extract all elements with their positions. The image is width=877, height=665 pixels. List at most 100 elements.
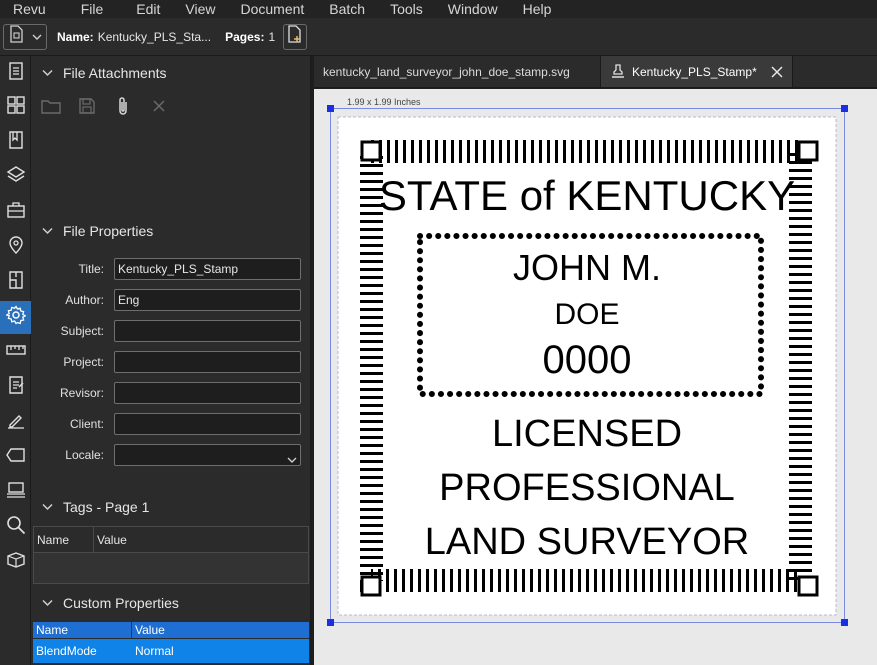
tags-icon [5, 448, 26, 467]
project-field[interactable] [114, 351, 301, 373]
name-label: Name: [57, 29, 94, 44]
chevron-down-icon [32, 28, 42, 46]
stamp-professional-line: PROFESSIONAL [439, 467, 735, 509]
title-row: Title: Kentucky_PLS_Stamp [31, 258, 312, 280]
locale-select[interactable] [114, 444, 301, 466]
custom-row-name: BlendMode [36, 644, 97, 658]
properties-panel: File Attachments File Properties Title: … [31, 56, 312, 665]
menu-edit[interactable]: Edit [116, 0, 173, 18]
author-field[interactable]: Eng [114, 289, 301, 311]
places-icon [7, 235, 25, 260]
delete-attachment-button[interactable] [147, 96, 171, 120]
rail-sets[interactable] [0, 476, 31, 509]
resize-handle [841, 105, 848, 112]
stamp-name-line: JOHN M. [513, 247, 661, 288]
menu-document[interactable]: Document [228, 0, 317, 18]
revisor-field[interactable] [114, 382, 301, 404]
custom-value-column[interactable]: Value [132, 622, 165, 638]
grid-icon [6, 96, 25, 119]
custom-row-value: Normal [135, 644, 174, 658]
menu-help[interactable]: Help [511, 0, 565, 18]
custom-grid-header: Name Value [33, 622, 309, 638]
save-icon [78, 97, 96, 120]
paperclip-icon [116, 96, 130, 121]
stamp-corner [360, 575, 382, 597]
rail-grid[interactable] [0, 91, 31, 124]
stamp-corner [360, 140, 382, 162]
menu-file[interactable]: File [59, 0, 117, 18]
subject-label: Subject: [60, 324, 104, 338]
document-dropdown[interactable] [3, 23, 47, 50]
rail-search[interactable] [0, 511, 31, 544]
panel-rail [0, 56, 31, 665]
document-icon [8, 25, 24, 48]
close-icon [152, 99, 166, 118]
author-row: Author: Eng [31, 289, 312, 311]
file-properties-header[interactable]: File Properties [31, 220, 153, 242]
spaces-icon [7, 270, 25, 295]
new-page-button[interactable] [283, 23, 308, 50]
rail-signatures[interactable] [0, 406, 31, 439]
menu-batch[interactable]: Batch [317, 0, 378, 18]
tags-value-column[interactable]: Value [94, 527, 127, 552]
custom-properties-title: Custom Properties [63, 595, 179, 611]
save-attachment-button[interactable] [75, 96, 99, 120]
tags-header[interactable]: Tags - Page 1 [31, 496, 149, 518]
custom-properties-header[interactable]: Custom Properties [31, 592, 179, 614]
menu-bar: Revu File Edit View Document Batch Tools… [0, 0, 877, 18]
name-value: Kentucky_PLS_Sta... [97, 29, 212, 44]
rail-tags[interactable] [0, 441, 31, 474]
rail-measure[interactable] [0, 336, 31, 369]
tab-label: kentucky_land_surveyor_john_doe_stamp.sv… [323, 64, 570, 79]
custom-name-column[interactable]: Name [33, 622, 132, 638]
stamp-corner [797, 140, 819, 162]
project-row: Project: [31, 351, 312, 373]
revisor-row: Revisor: [31, 382, 312, 404]
chevron-down-icon [31, 503, 63, 511]
stamp-surveyor-line: LAND SURVEYOR [424, 521, 750, 563]
menu-window[interactable]: Window [436, 0, 511, 18]
menu-view[interactable]: View [173, 0, 228, 18]
layers-icon [6, 165, 26, 190]
close-icon[interactable] [771, 65, 783, 78]
project-label: Project: [63, 355, 104, 369]
menu-revu[interactable]: Revu [0, 0, 59, 18]
table-row[interactable]: BlendMode Normal [33, 639, 309, 663]
chevron-down-icon [31, 227, 63, 235]
tags-name-column[interactable]: Name [34, 527, 94, 552]
rail-bookmarks[interactable] [0, 126, 31, 159]
resize-handle [327, 619, 334, 626]
sets-icon [6, 481, 26, 504]
add-attachment-button[interactable] [111, 96, 135, 120]
stamp-surname-line: DOE [554, 298, 620, 331]
revu-window: Revu File Edit View Document Batch Tools… [0, 0, 877, 665]
toolchest-icon [6, 201, 26, 224]
tab-kentucky-stamp[interactable]: Kentucky_PLS_Stamp* [601, 56, 793, 87]
menu-tools[interactable]: Tools [378, 0, 436, 18]
title-field[interactable]: Kentucky_PLS_Stamp [114, 258, 301, 280]
document-canvas[interactable]: 1.99 x 1.99 Inches STATE of KENTUCKY JOH… [314, 89, 877, 665]
rail-spaces[interactable] [0, 266, 31, 299]
resize-handle [327, 105, 334, 112]
subject-field[interactable] [114, 320, 301, 342]
client-row: Client: [31, 413, 312, 435]
tab-svg-file[interactable]: kentucky_land_surveyor_john_doe_stamp.sv… [314, 56, 601, 87]
rail-toolchest[interactable] [0, 196, 31, 229]
rail-properties[interactable] [0, 301, 31, 334]
client-field[interactable] [114, 413, 301, 435]
tags-title: Tags - Page 1 [63, 499, 150, 515]
file-attachments-header[interactable]: File Attachments [31, 62, 167, 84]
rail-links[interactable] [0, 546, 31, 579]
measure-icon [5, 343, 26, 362]
rail-thumbnails[interactable] [0, 57, 31, 90]
rail-layers[interactable] [0, 161, 31, 194]
rail-places[interactable] [0, 231, 31, 264]
document-toolbar: Name: Kentucky_PLS_Sta... Pages: 1 [0, 18, 877, 56]
open-attachment-button[interactable] [39, 96, 63, 120]
links-icon [6, 551, 26, 574]
rail-markups-list[interactable] [0, 371, 31, 404]
file-attachments-title: File Attachments [63, 65, 167, 81]
search-icon [6, 515, 26, 540]
resize-handle [841, 619, 848, 626]
pages-value: 1 [268, 29, 276, 44]
